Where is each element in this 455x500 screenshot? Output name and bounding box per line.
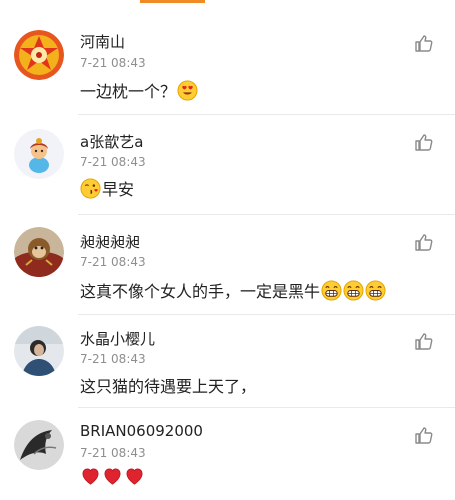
comment-text: 这只猫的待遇要上天了， — [80, 373, 256, 397]
timestamp: 7-21 08:43 — [80, 352, 146, 366]
red-heart-emoji — [80, 466, 101, 487]
comment-item: 昶昶昶昶 7-21 08:43 这真不像个女人的手，一定是黑牛 — [0, 215, 455, 315]
cartoon-doll-avatar — [14, 129, 64, 179]
comment-item: 水晶小樱儿 7-21 08:43 这只猫的待遇要上天了， — [0, 315, 455, 408]
comment-text-body: 这真不像个女人的手，一定是黑牛 — [80, 282, 321, 301]
red-heart-emoji — [102, 466, 123, 487]
comment-text: 一边枕一个？ — [80, 78, 198, 102]
grin-emoji — [365, 279, 386, 301]
mandala-pattern-avatar — [14, 30, 64, 80]
heart-eyes-emoji — [177, 79, 198, 101]
timestamp: 7-21 08:43 — [80, 446, 146, 460]
monkey-figure-avatar — [14, 227, 64, 277]
comment-text-body: 这只猫的待遇要上天了， — [80, 377, 257, 396]
comment-item: BRIAN06092000 7-21 08:43 — [0, 408, 455, 500]
timestamp: 7-21 08:43 — [80, 155, 146, 169]
thumbs-up-icon[interactable] — [414, 232, 434, 252]
avatar[interactable] — [14, 326, 64, 376]
grin-emoji — [343, 279, 364, 301]
avatar[interactable] — [14, 30, 64, 80]
grin-emoji — [321, 279, 342, 301]
dark-sketch-avatar — [14, 420, 64, 470]
timestamp: 7-21 08:43 — [80, 255, 146, 269]
comment-item: a张歆艺a 7-21 08:43 早安 — [0, 115, 455, 215]
thumbs-up-icon[interactable] — [414, 425, 434, 445]
username[interactable]: BRIAN06092000 — [80, 422, 203, 440]
timestamp: 7-21 08:43 — [80, 56, 146, 70]
thumbs-up-icon[interactable] — [414, 132, 434, 152]
red-heart-emoji — [124, 466, 145, 487]
comment-item: 河南山 7-21 08:43 一边枕一个？ — [0, 0, 455, 115]
username[interactable]: 昶昶昶昶 — [80, 231, 140, 252]
avatar[interactable] — [14, 129, 64, 179]
comment-text: 早安 — [80, 176, 134, 200]
thumbs-up-icon[interactable] — [414, 331, 434, 351]
thumbs-up-icon[interactable] — [414, 33, 434, 53]
comment-text: 这真不像个女人的手，一定是黑牛 — [80, 278, 386, 302]
comment-text-body: 早安 — [102, 180, 135, 199]
avatar[interactable] — [14, 420, 64, 470]
username[interactable]: 河南山 — [80, 31, 125, 52]
username[interactable]: 水晶小樱儿 — [80, 328, 155, 349]
comment-text — [80, 466, 145, 487]
kiss-face-emoji — [80, 177, 101, 199]
comment-text-body: 一边枕一个？ — [80, 82, 177, 101]
person-photo-avatar — [14, 326, 64, 376]
username[interactable]: a张歆艺a — [80, 131, 143, 152]
avatar[interactable] — [14, 227, 64, 277]
